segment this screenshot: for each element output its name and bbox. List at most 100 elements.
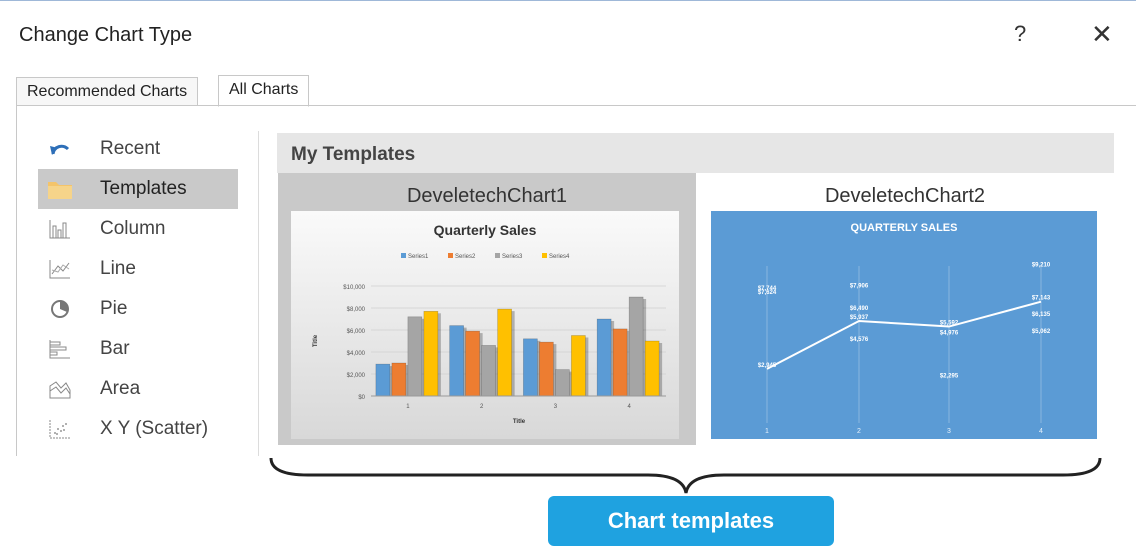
legend-label: Series1 (408, 254, 429, 260)
pane-border (16, 106, 17, 456)
bar-series2-2 (465, 330, 480, 397)
undo-icon (46, 137, 74, 161)
x-tick-label: 2 (480, 404, 484, 410)
data-label: $6,490 (850, 306, 869, 312)
tab-all-charts[interactable]: All Charts (218, 75, 310, 107)
bar-series4-1 (423, 311, 439, 397)
data-label: $2,945 (758, 363, 777, 369)
my-templates-header: My Templates (277, 133, 1114, 173)
scatter-chart-icon (46, 417, 74, 441)
bar-chart-icon (46, 337, 74, 361)
sidebar-item-recent[interactable]: Recent (38, 129, 238, 169)
sidebar-item-label: Bar (100, 338, 130, 359)
series-line (766, 300, 1042, 370)
chart-title: Quarterly Sales (434, 222, 537, 238)
x-tick-label: 4 (1039, 428, 1043, 435)
close-button[interactable]: ✕ (1091, 19, 1113, 50)
y-tick-label: $6,000 (347, 329, 366, 335)
legend-label: Series4 (549, 254, 570, 260)
sidebar-item-templates[interactable]: Templates (38, 169, 238, 209)
x-tick-label: 4 (627, 404, 631, 410)
legend-swatch (542, 253, 547, 258)
data-label: $7,906 (850, 284, 869, 290)
sidebar-item-bar[interactable]: Bar (38, 329, 238, 369)
chart-title: QUARTERLY SALES (851, 222, 958, 234)
section-title: My Templates (291, 144, 416, 165)
curly-brace (269, 457, 1102, 494)
dialog-title: Change Chart Type (19, 24, 193, 46)
y-axis-title: Title (313, 334, 319, 347)
bar-series2-4 (612, 328, 628, 397)
change-chart-type-dialog: Change Chart Type ? ✕ Recommended Charts… (0, 0, 1136, 456)
bar-series4-4 (644, 340, 660, 397)
data-label: $4,576 (850, 337, 869, 343)
sidebar-item-label: Area (100, 378, 141, 399)
sidebar-item-line[interactable]: Line (38, 249, 238, 289)
bar-series1-3 (523, 338, 538, 397)
chart-type-sidebar: Recent Templates Column Line Pie Bar Are… (38, 129, 238, 449)
bar-series3-4 (628, 296, 644, 397)
sidebar-item-area[interactable]: Area (38, 369, 238, 409)
pane-divider (258, 131, 259, 456)
legend-swatch (448, 253, 453, 258)
sidebar-item-label: Pie (100, 298, 128, 319)
template-name: DeveletechChart2 (824, 185, 986, 207)
chart-templates-callout: Chart templates (548, 496, 834, 546)
y-tick-label: $8,000 (347, 307, 366, 313)
folder-icon (46, 177, 74, 201)
tab-recommended-charts[interactable]: Recommended Charts (16, 77, 199, 106)
legend-swatch (495, 253, 500, 258)
bar-side (511, 311, 515, 396)
sidebar-item-label: X Y (Scatter) (100, 418, 209, 439)
column-chart-icon (46, 217, 74, 241)
y-tick-label: $0 (358, 395, 365, 401)
x-tick-label: 3 (947, 428, 951, 435)
bar-series1-1 (375, 363, 391, 397)
template-tile-1[interactable]: DeveletechChart1 Quarterly Sales Series1 S… (278, 173, 696, 445)
bar-series2-3 (539, 341, 554, 397)
bar-series3-2 (481, 345, 496, 397)
sidebar-item-pie[interactable]: Pie (38, 289, 238, 329)
x-axis-title: Title (513, 419, 526, 425)
data-label: $5,592 (940, 321, 959, 327)
chart-2-svg: QUARTERLY SALES1 2 3 4$7,744$7,624$2,945$7,… (758, 222, 1051, 435)
bar-side (659, 343, 663, 396)
bar-series3-1 (407, 316, 423, 397)
bar-side (437, 313, 441, 396)
bar-series1-4 (596, 318, 612, 397)
data-label: $5,937 (850, 315, 869, 321)
template-2-thumbnail: QUARTERLY SALES 1 2 3 4 $7,744 $7,624 $2,945 $7,… (711, 211, 1097, 439)
bar-series3-3 (555, 369, 570, 397)
data-label: $2,295 (940, 373, 959, 379)
tab-divider (16, 105, 1136, 106)
template-1-thumbnail: Quarterly Sales Series1 Series2 Series3 Seri… (291, 211, 679, 439)
sidebar-item-label: Recent (100, 138, 161, 159)
bar-series4-3 (571, 335, 586, 397)
data-label: $6,135 (1032, 312, 1051, 318)
help-button[interactable]: ? (1014, 21, 1026, 47)
sidebar-item-label: Templates (100, 178, 187, 199)
data-label: $5,062 (1032, 329, 1051, 335)
template-tile-2[interactable]: DeveletechChart2 QUARTERLY SALES 1 2 3 4 $7,7… (698, 173, 1112, 445)
x-tick-label: 2 (857, 428, 861, 435)
legend-swatch (401, 253, 406, 258)
sidebar-item-scatter[interactable]: X Y (Scatter) (38, 409, 238, 449)
x-tick-label: 3 (554, 404, 558, 410)
y-tick-label: $10,000 (343, 285, 365, 291)
y-tick-label: $4,000 (347, 351, 366, 357)
pie-chart-icon (46, 297, 74, 321)
legend-label: Series3 (502, 254, 523, 260)
line-chart-icon (46, 257, 74, 281)
data-label: $7,624 (758, 290, 777, 296)
data-label: $9,210 (1032, 263, 1051, 269)
template-name: DeveletechChart1 (406, 185, 568, 207)
x-tick-label: 1 (406, 404, 410, 410)
bar-series2-1 (391, 362, 407, 397)
data-label: $4,976 (940, 330, 959, 336)
sidebar-item-column[interactable]: Column (38, 209, 238, 249)
x-tick-label: 1 (765, 428, 769, 435)
sidebar-item-label: Column (100, 218, 166, 239)
y-tick-label: $2,000 (347, 373, 366, 379)
chart-1-svg: Quarterly Sales Series1 Series2 Series3 Seri… (313, 222, 666, 425)
area-chart-icon (46, 377, 74, 401)
